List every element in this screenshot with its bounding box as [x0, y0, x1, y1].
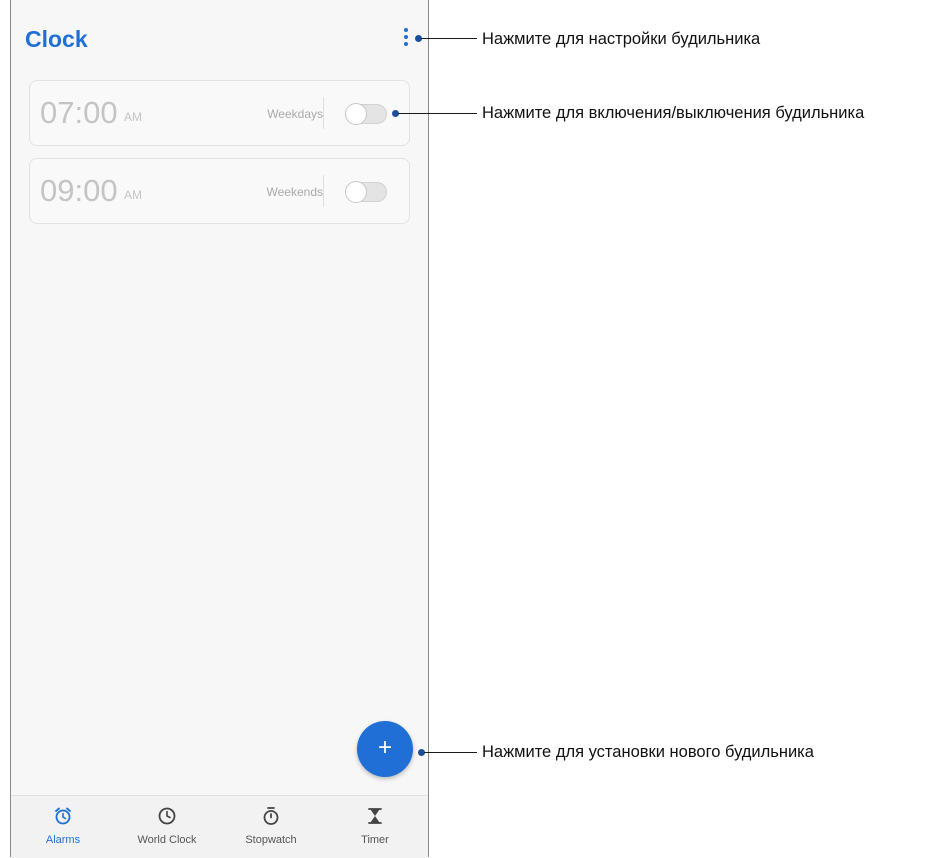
tab-label: Stopwatch — [245, 834, 297, 846]
phone-screen: Clock 07:00 AM Weekdays 09:00 AM Weekend… — [10, 0, 429, 858]
tab-world-clock[interactable]: World Clock — [115, 796, 219, 858]
alarm-repeat-days: Weekdays — [267, 107, 323, 121]
tab-stopwatch[interactable]: Stopwatch — [219, 796, 323, 858]
toggle-knob — [345, 181, 367, 203]
alarm-card[interactable]: 07:00 AM Weekdays — [29, 80, 410, 146]
alarm-card[interactable]: 09:00 AM Weekends — [29, 158, 410, 224]
alarm-ampm: AM — [124, 188, 142, 202]
app-title: Clock — [25, 26, 88, 52]
alarm-ampm: AM — [124, 110, 142, 124]
divider — [323, 97, 324, 129]
add-alarm-button[interactable]: + — [357, 721, 413, 777]
alarm-time: 07:00 — [40, 95, 118, 130]
callout-toggle-text: Нажмите для включения/выключения будильн… — [482, 104, 865, 122]
alarm-clock-icon — [55, 807, 71, 825]
callout-line — [421, 38, 477, 39]
callout-line — [398, 113, 477, 114]
callout-add-text: Нажмите для установки нового будильника — [482, 743, 814, 761]
alarm-toggle[interactable] — [345, 181, 387, 203]
tab-label: World Clock — [137, 834, 197, 846]
tab-timer[interactable]: Timer — [323, 796, 427, 858]
tab-alarms[interactable]: Alarms — [11, 796, 115, 858]
alarm-repeat-days: Weekends — [266, 185, 323, 199]
tab-label: Alarms — [45, 834, 81, 846]
divider — [323, 175, 324, 207]
alarm-toggle[interactable] — [345, 103, 387, 125]
clock-icon — [158, 807, 176, 825]
alarm-time: 09:00 — [40, 173, 118, 208]
callout-menu-text: Нажмите для настройки будильника — [482, 30, 761, 48]
stopwatch-icon — [263, 807, 279, 825]
toggle-knob — [345, 103, 367, 125]
callout-line — [424, 752, 477, 753]
hourglass-icon — [368, 808, 382, 824]
tab-label: Timer — [361, 834, 389, 846]
more-options-icon[interactable] — [399, 28, 413, 50]
bottom-nav: Alarms World Clock Stopwatch Timer — [11, 795, 428, 858]
